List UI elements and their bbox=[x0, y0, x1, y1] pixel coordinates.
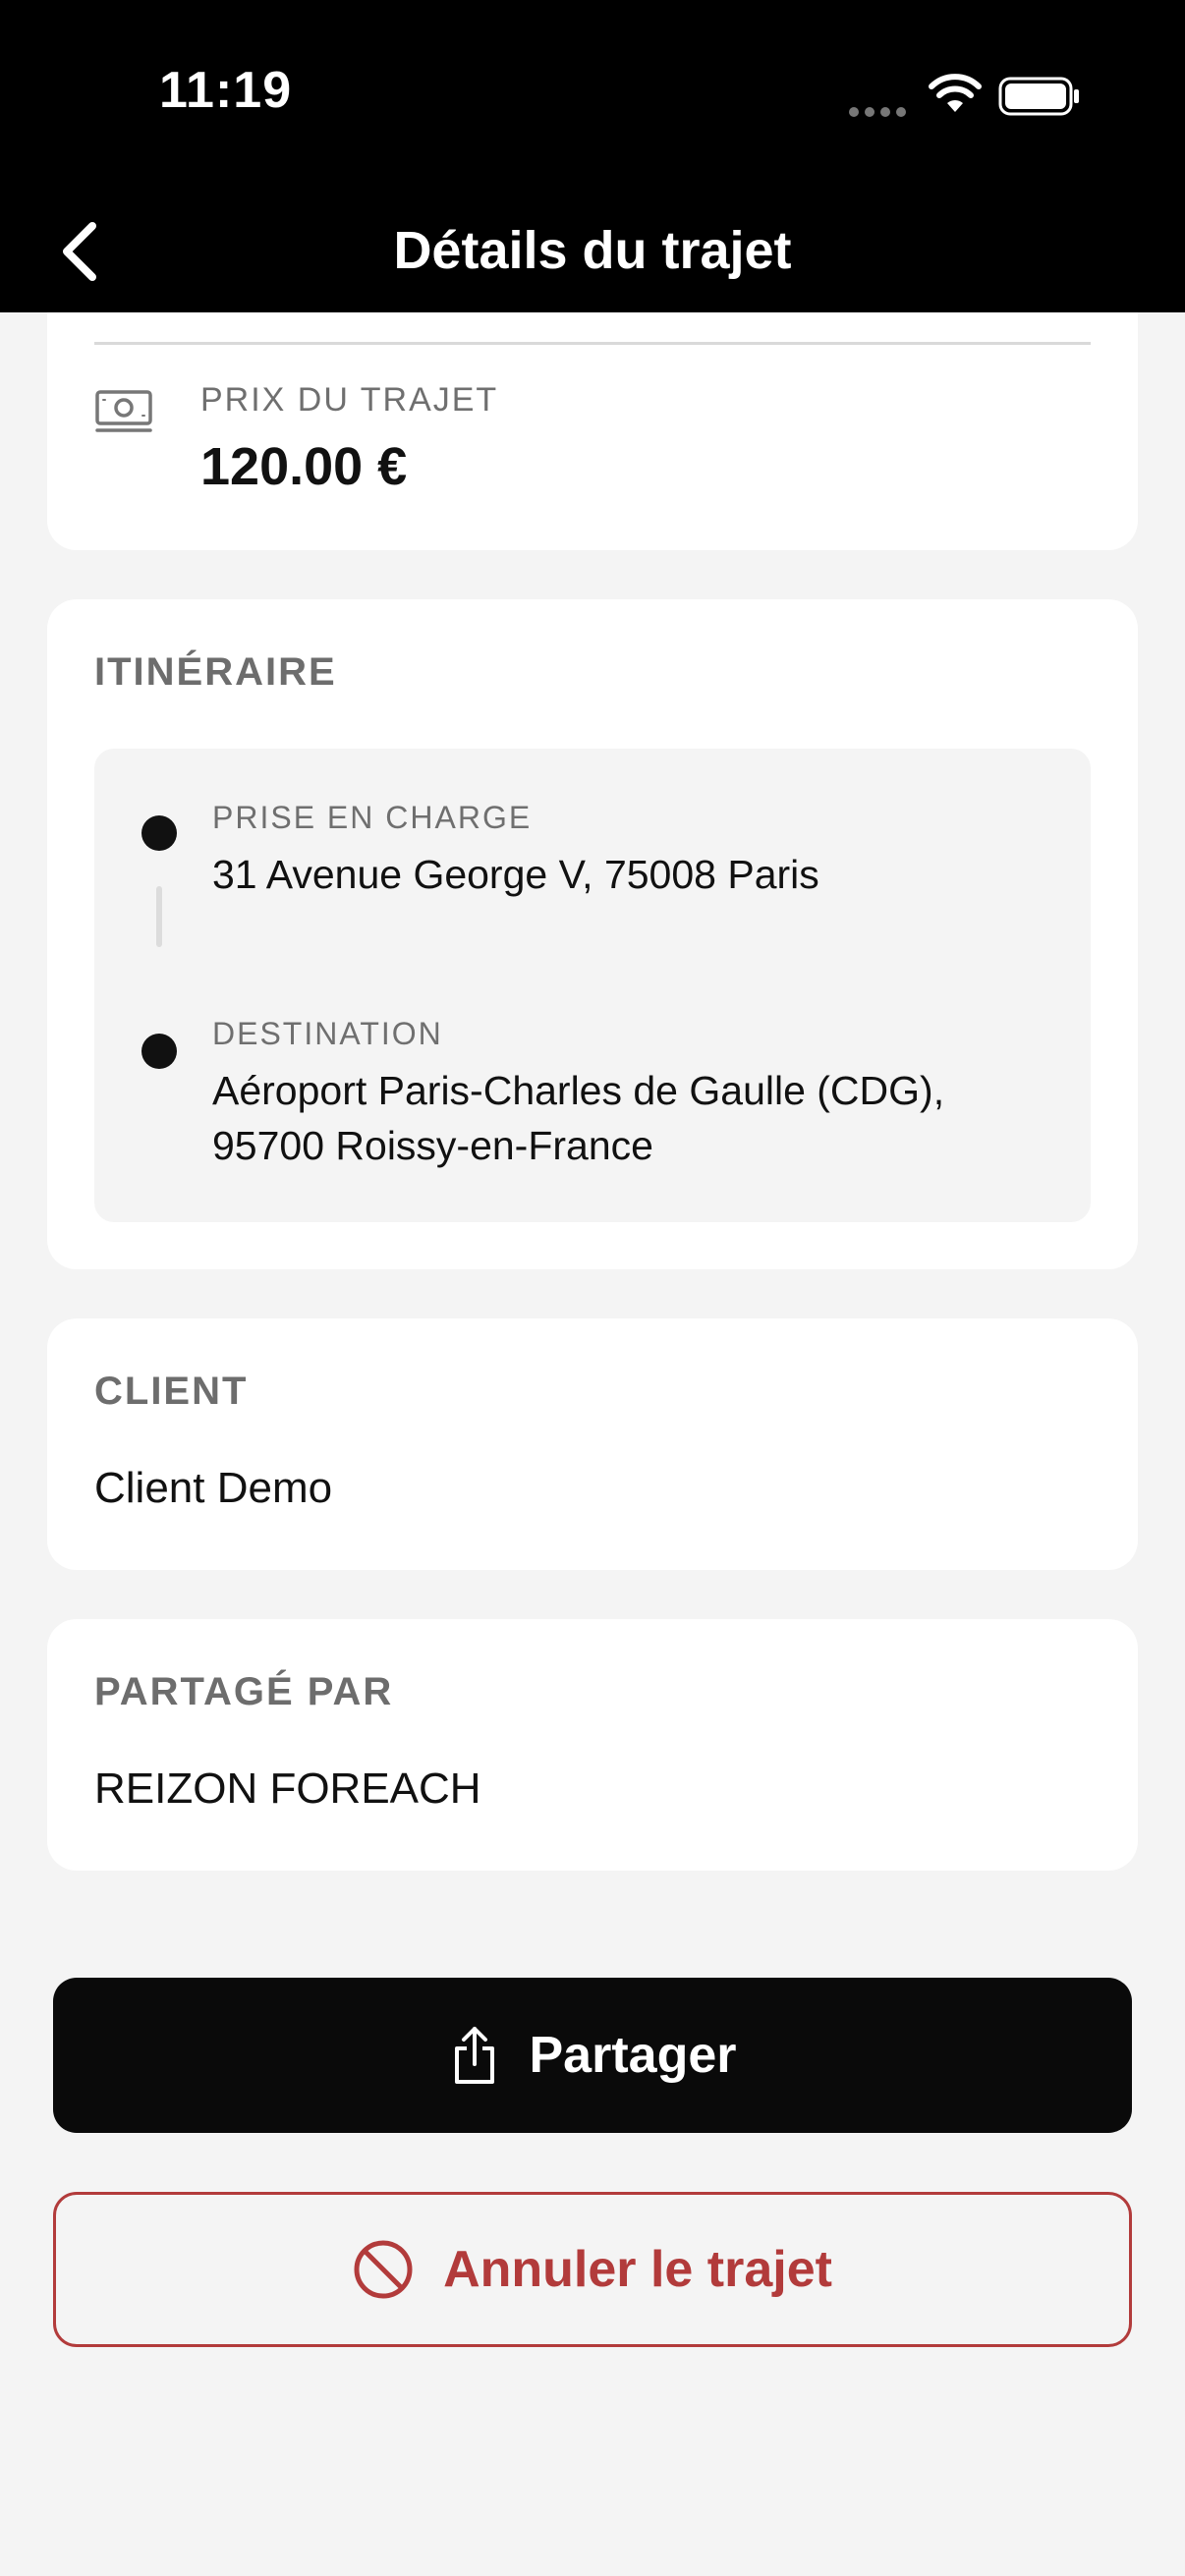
shared-by-name: REIZON FOREACH bbox=[94, 1764, 481, 1813]
client-title: CLIENT bbox=[94, 1370, 249, 1413]
wifi-icon bbox=[929, 74, 982, 112]
shared-by-title: PARTAGÉ PAR bbox=[94, 1670, 394, 1713]
itinerary-card: ITINÉRAIRE PRISE EN CHARGE 31 Avenue Geo… bbox=[47, 599, 1138, 1269]
price-label: PRIX DU TRAJET bbox=[200, 381, 499, 419]
battery-icon bbox=[998, 77, 1079, 116]
destination-address: Aéroport Paris-Charles de Gaulle (CDG), … bbox=[212, 1068, 945, 1168]
shared-by-card: PARTAGÉ PAR REIZON FOREACH bbox=[47, 1619, 1138, 1871]
destination-dot-icon bbox=[141, 1034, 177, 1069]
status-time: 11:19 bbox=[159, 62, 293, 119]
pickup-address: 31 Avenue George V, 75008 Paris bbox=[212, 852, 819, 897]
client-name: Client Demo bbox=[94, 1464, 333, 1512]
share-button[interactable]: Partager bbox=[53, 1978, 1132, 2133]
price-value: 120.00 € bbox=[200, 437, 408, 496]
itinerary-title: ITINÉRAIRE bbox=[94, 650, 337, 694]
cancel-button-label: Annuler le trajet bbox=[443, 2241, 832, 2298]
status-bar: 11:19 bbox=[0, 0, 1185, 177]
route-box: PRISE EN CHARGE 31 Avenue George V, 7500… bbox=[94, 749, 1091, 1222]
client-card: CLIENT Client Demo bbox=[47, 1318, 1138, 1570]
destination-label: DESTINATION bbox=[212, 1016, 443, 1051]
pickup-dot-icon bbox=[141, 815, 177, 851]
divider bbox=[94, 342, 1091, 345]
pickup-label: PRISE EN CHARGE bbox=[212, 800, 533, 835]
share-icon bbox=[454, 2027, 494, 2084]
share-button-label: Partager bbox=[529, 2027, 737, 2084]
money-icon bbox=[95, 390, 152, 432]
route-connector bbox=[156, 886, 162, 947]
page-title: Détails du trajet bbox=[393, 221, 792, 280]
signal-icon bbox=[849, 104, 912, 122]
price-card: PRIX DU TRAJET 120.00 € bbox=[47, 312, 1138, 550]
nav-bar: Détails du trajet bbox=[0, 177, 1185, 312]
prohibited-icon bbox=[354, 2240, 413, 2299]
cancel-trip-button[interactable]: Annuler le trajet bbox=[53, 2192, 1132, 2347]
